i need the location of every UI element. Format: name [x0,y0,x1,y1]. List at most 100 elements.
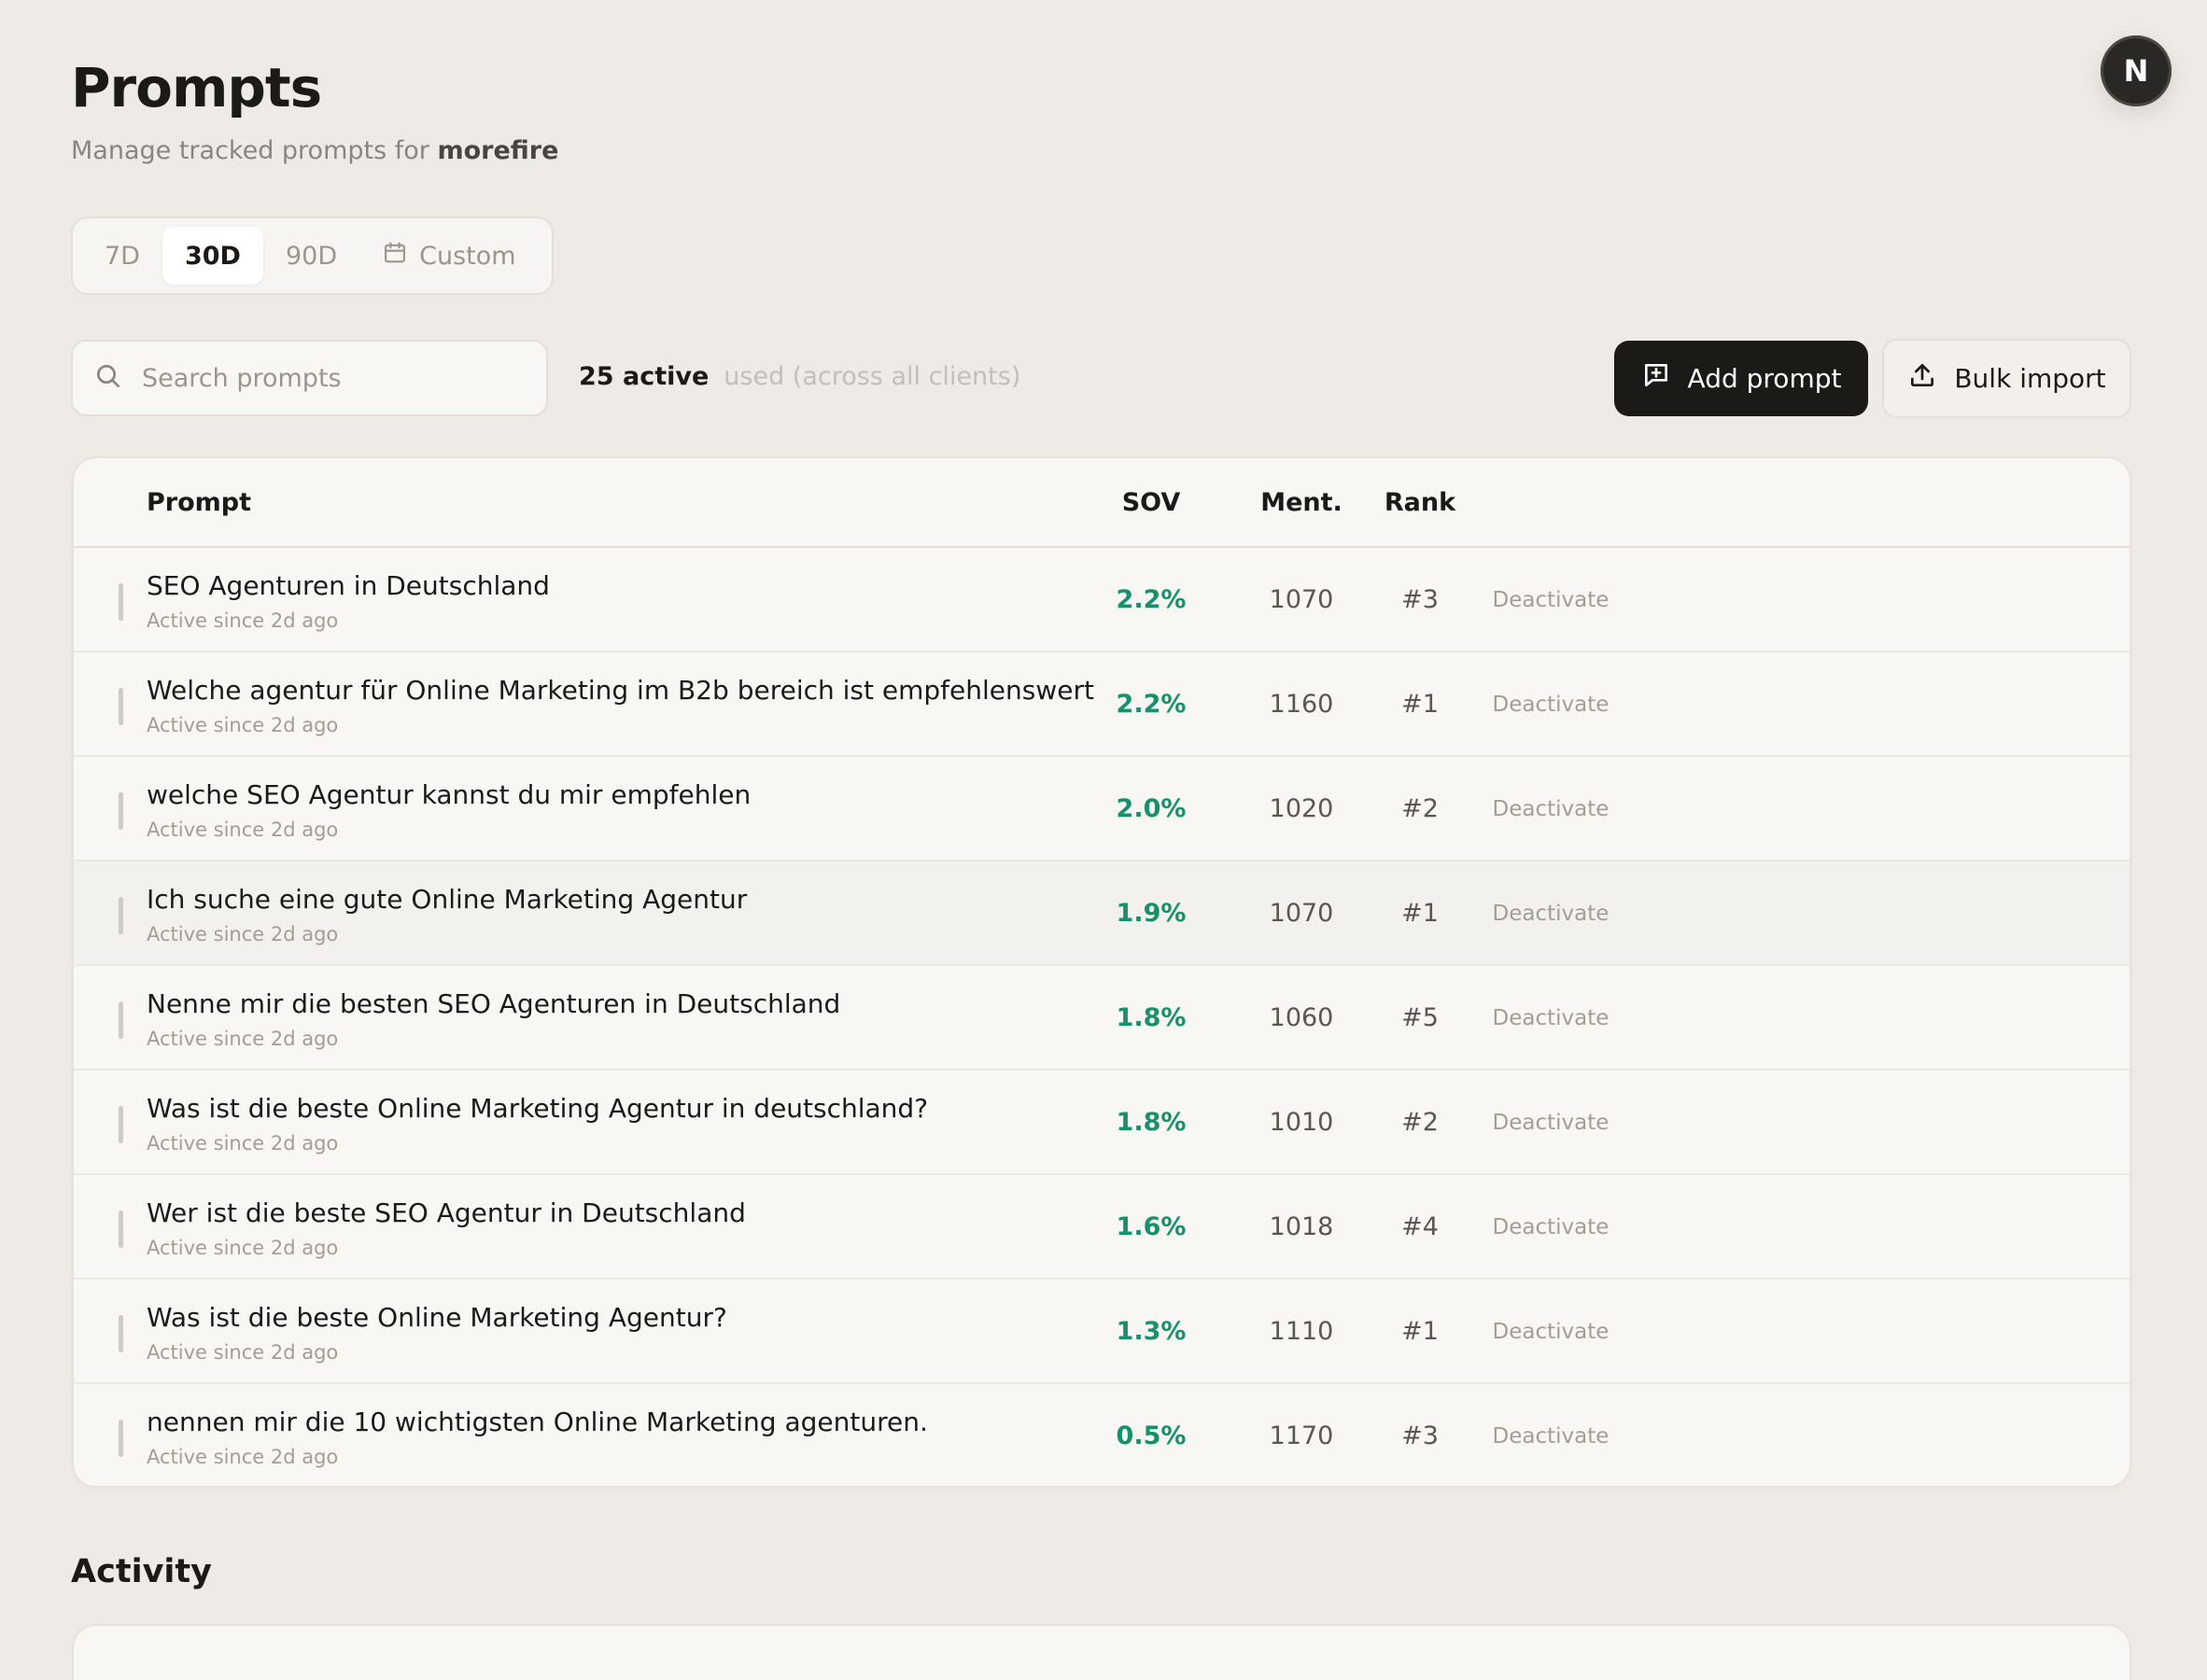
rank-value: #3 [1401,585,1439,614]
sov-value: 1.6% [1116,1212,1187,1241]
add-prompt-label: Add prompt [1687,363,1842,394]
drag-handle[interactable] [119,897,123,934]
prompt-since: Active since 2d ago [147,1028,339,1050]
add-prompt-button[interactable]: Add prompt [1614,341,1868,416]
search-input[interactable] [142,363,515,393]
range-custom-button[interactable]: Custom [359,227,538,285]
mentions-value: 1060 [1269,1003,1334,1032]
table-row[interactable]: Nenne mir die besten SEO Agenturen in De… [74,966,2130,1071]
rank-value: #1 [1401,690,1439,719]
table-header: Prompt SOV Ment. Rank [74,458,2130,548]
column-header-sov[interactable]: SOV [1091,488,1211,517]
mentions-value: 1018 [1269,1212,1334,1241]
drag-handle[interactable] [119,1106,123,1143]
prompt-since: Active since 2d ago [147,609,339,632]
drag-handle[interactable] [119,1001,123,1039]
deactivate-button[interactable]: Deactivate [1476,1111,1625,1135]
prompt-since: Active since 2d ago [147,1132,339,1155]
avatar[interactable]: N [2101,35,2172,106]
drag-handle[interactable] [119,1211,123,1248]
rank-value: #3 [1401,1421,1439,1450]
active-summary: 25 active used (across all clients) [579,362,1020,391]
rank-value: #2 [1401,1108,1439,1137]
table-row[interactable]: nennen mir die 10 wichtigsten Online Mar… [74,1384,2130,1486]
bulk-import-button[interactable]: Bulk import [1882,339,2131,418]
active-count: 25 active [579,362,710,391]
table-row[interactable]: Wer ist die beste SEO Agentur in Deutsch… [74,1175,2130,1280]
column-header-rank[interactable]: Rank [1362,488,1478,517]
rank-value: #5 [1401,1003,1439,1032]
deactivate-button[interactable]: Deactivate [1476,1320,1625,1344]
prompts-table: Prompt SOV Ment. Rank SEO Agenturen in D… [72,456,2131,1488]
date-range-selector: 7D 30D 90D Custom [71,217,554,295]
mentions-value: 1160 [1269,690,1334,719]
add-prompt-icon [1641,360,1671,397]
table-row[interactable]: Was ist die beste Online Marketing Agent… [74,1280,2130,1384]
prompt-since: Active since 2d ago [147,1237,339,1259]
prompt-text: Was ist die beste Online Marketing Agent… [147,1302,727,1333]
page-title: Prompts [71,56,322,119]
activity-card [72,1624,2131,1680]
table-row[interactable]: Was ist die beste Online Marketing Agent… [74,1071,2130,1175]
range-7d-button[interactable]: 7D [82,227,162,285]
prompt-text: Nenne mir die besten SEO Agenturen in De… [147,988,841,1019]
prompt-since: Active since 2d ago [147,819,339,841]
drag-handle[interactable] [119,792,123,830]
sov-value: 1.8% [1116,1108,1187,1137]
mentions-value: 1110 [1269,1317,1334,1346]
search-box [71,340,548,416]
table-row[interactable]: Ich suche eine gute Online Marketing Age… [74,861,2130,966]
drag-handle[interactable] [119,583,123,621]
range-custom-label: Custom [419,241,516,271]
search-icon [93,361,123,395]
prompt-text: Welche agentur für Online Marketing im B… [147,675,1094,706]
rank-value: #4 [1401,1212,1439,1241]
sov-value: 2.2% [1116,690,1187,719]
deactivate-button[interactable]: Deactivate [1476,797,1625,821]
client-name: morefire [437,136,559,165]
mentions-value: 1020 [1269,794,1334,823]
prompt-text: welche SEO Agentur kannst du mir empfehl… [147,779,752,810]
prompt-since: Active since 2d ago [147,923,339,945]
rank-value: #1 [1401,899,1439,928]
prompts-page: Prompts Manage tracked prompts for moref… [0,0,2207,1680]
drag-handle[interactable] [119,1420,123,1457]
calendar-icon [382,240,408,273]
deactivate-button[interactable]: Deactivate [1476,588,1625,612]
rank-value: #2 [1401,794,1439,823]
column-header-ment[interactable]: Ment. [1241,488,1362,517]
drag-handle[interactable] [119,688,123,725]
bulk-import-label: Bulk import [1954,363,2106,394]
range-30d-label: 30D [184,241,241,271]
prompt-text: SEO Agenturen in Deutschland [147,570,550,601]
prompt-text: Wer ist die beste SEO Agentur in Deutsch… [147,1197,746,1228]
sov-value: 0.5% [1116,1421,1187,1450]
mentions-value: 1070 [1269,899,1334,928]
activity-title: Activity [71,1553,212,1590]
prompt-text: nennen mir die 10 wichtigsten Online Mar… [147,1407,928,1437]
upload-icon [1907,360,1937,397]
mentions-value: 1070 [1269,585,1334,614]
deactivate-button[interactable]: Deactivate [1476,1006,1625,1030]
mentions-value: 1170 [1269,1421,1334,1450]
table-row[interactable]: Welche agentur für Online Marketing im B… [74,652,2130,757]
deactivate-button[interactable]: Deactivate [1476,1424,1625,1449]
drag-handle[interactable] [119,1315,123,1352]
sov-value: 1.3% [1116,1317,1187,1346]
prompt-text: Ich suche eine gute Online Marketing Age… [147,884,748,915]
column-header-prompt[interactable]: Prompt [147,488,251,517]
prompt-since: Active since 2d ago [147,1341,339,1364]
prompt-since: Active since 2d ago [147,1446,339,1468]
range-90d-button[interactable]: 90D [263,227,359,285]
range-90d-label: 90D [285,241,338,271]
sov-value: 1.9% [1116,899,1187,928]
table-row[interactable]: SEO Agenturen in Deutschland Active sinc… [74,548,2130,652]
deactivate-button[interactable]: Deactivate [1476,693,1625,717]
table-row[interactable]: welche SEO Agentur kannst du mir empfehl… [74,757,2130,861]
mentions-value: 1010 [1269,1108,1334,1137]
page-subtitle: Manage tracked prompts for morefire [71,136,558,165]
deactivate-button[interactable]: Deactivate [1476,1215,1625,1239]
deactivate-button[interactable]: Deactivate [1476,902,1625,926]
range-30d-button[interactable]: 30D [162,227,263,285]
active-note: used (across all clients) [724,362,1021,391]
